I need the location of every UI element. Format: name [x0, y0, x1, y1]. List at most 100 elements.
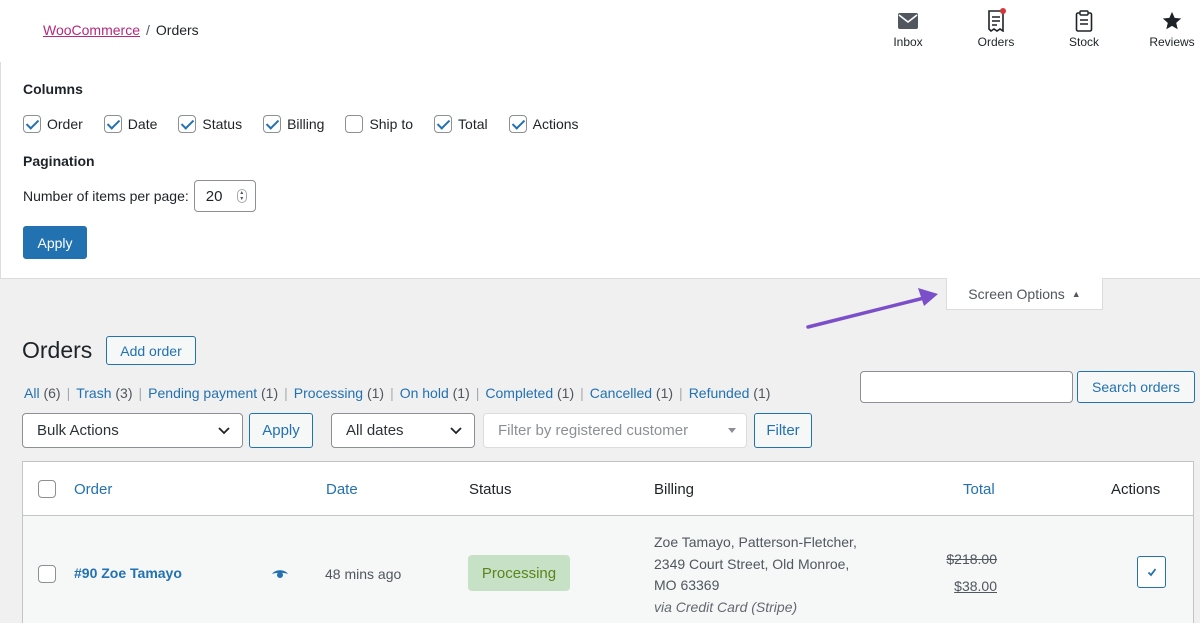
column-toggle-billing[interactable]: Billing	[263, 115, 324, 133]
search-orders-button[interactable]: Search orders	[1077, 371, 1195, 403]
checkbox[interactable]	[345, 115, 364, 133]
per-page-row: Number of items per page: 20 ▴ ▾	[23, 180, 256, 212]
activity-orders-button[interactable]: Orders	[961, 8, 1031, 49]
customer-filter-select[interactable]: Filter by registered customer	[483, 413, 747, 448]
bulk-actions-value: Bulk Actions	[37, 422, 119, 439]
select-all-checkbox[interactable]	[38, 480, 56, 498]
checkbox-label: Status	[202, 116, 243, 132]
view-link[interactable]: On hold	[400, 385, 449, 401]
column-toggle-status[interactable]: Status	[178, 115, 242, 133]
customer-filter-placeholder: Filter by registered customer	[498, 422, 689, 439]
star-icon	[1160, 10, 1184, 32]
checkbox-label: Actions	[532, 116, 579, 132]
order-total: $38.00	[954, 578, 997, 594]
view-link[interactable]: Completed	[485, 385, 553, 401]
column-header-date[interactable]: Date	[326, 481, 358, 498]
table-row[interactable]: #90 Zoe Tamayo 48 mins ago Processing Zo…	[23, 516, 1193, 623]
view-completed[interactable]: Completed (1)	[485, 385, 574, 401]
checkbox[interactable]	[434, 115, 453, 133]
page-title: Orders	[22, 337, 93, 363]
checkbox[interactable]	[178, 115, 197, 133]
dates-select[interactable]: All dates	[331, 413, 475, 448]
header-bar: WooCommerce / Orders Inbox Orders Stock Re…	[0, 0, 1200, 62]
breadcrumb-woocommerce-link[interactable]: WooCommerce	[43, 22, 140, 38]
activity-inbox-button[interactable]: Inbox	[873, 10, 943, 49]
checkbox-label: Ship to	[369, 116, 414, 132]
view-pending-payment[interactable]: Pending payment (1)	[148, 385, 278, 401]
order-link[interactable]: #90 Zoe Tamayo	[74, 565, 182, 581]
table-header: Order Date Status Billing Total Actions	[23, 462, 1193, 516]
checkbox-label: Date	[127, 116, 158, 132]
activity-reviews-button[interactable]: Reviews	[1137, 10, 1200, 49]
filter-button[interactable]: Filter	[754, 413, 812, 448]
view-divider: |	[475, 385, 480, 401]
screen-options-tab[interactable]: Screen Options ▲	[946, 278, 1103, 310]
checkbox[interactable]	[263, 115, 282, 133]
add-order-button[interactable]: Add order	[106, 336, 196, 365]
column-toggle-total[interactable]: Total	[434, 115, 488, 133]
column-toggle-order[interactable]: Order	[23, 115, 83, 133]
orders-icon	[984, 8, 1008, 32]
view-link[interactable]: All	[24, 385, 40, 401]
columns-checkbox-group: Order Date Status Billing Ship to Total …	[23, 115, 600, 133]
complete-order-button[interactable]	[1137, 556, 1166, 588]
column-header-order[interactable]: Order	[74, 481, 112, 498]
billing-address: Zoe Tamayo, Patterson-Fletcher, 2349 Cou…	[654, 532, 857, 618]
eye-preview-icon[interactable]	[271, 568, 289, 580]
pagination-heading: Pagination	[23, 153, 95, 169]
dates-value: All dates	[346, 422, 404, 439]
checkbox[interactable]	[103, 115, 122, 133]
checkmark-icon	[1147, 568, 1156, 577]
bulk-actions-select[interactable]: Bulk Actions	[22, 413, 243, 448]
view-cancelled[interactable]: Cancelled (1)	[590, 385, 673, 401]
view-link[interactable]: Refunded	[689, 385, 750, 401]
inbox-icon	[896, 10, 920, 32]
chevron-down-icon	[218, 427, 230, 435]
per-page-label: Number of items per page:	[23, 188, 189, 204]
row-checkbox[interactable]	[38, 565, 56, 583]
checkbox[interactable]	[23, 115, 41, 133]
bulk-apply-button[interactable]: Apply	[249, 413, 313, 448]
column-header-total[interactable]: Total	[963, 481, 995, 498]
view-refunded[interactable]: Refunded (1)	[689, 385, 771, 401]
columns-heading: Columns	[23, 81, 83, 97]
spinner-icon[interactable]: ▴ ▾	[236, 189, 247, 203]
checkbox-label: Total	[458, 116, 488, 132]
view-all[interactable]: All (6)	[24, 385, 61, 401]
view-trash[interactable]: Trash (3)	[76, 385, 132, 401]
view-count: (1)	[261, 385, 279, 401]
view-divider: |	[138, 385, 143, 401]
checkbox-label: Order	[47, 116, 83, 132]
breadcrumb: WooCommerce / Orders	[43, 22, 199, 38]
view-count: (1)	[557, 385, 575, 401]
screen-options-apply-button[interactable]: Apply	[23, 226, 87, 259]
checkbox[interactable]	[508, 115, 527, 133]
view-divider: |	[580, 385, 584, 401]
column-header-billing: Billing	[654, 481, 695, 498]
view-processing[interactable]: Processing (1)	[294, 385, 384, 401]
column-toggle-ship-to[interactable]: Ship to	[345, 115, 413, 133]
view-link[interactable]: Pending payment	[148, 385, 257, 401]
chevron-down-icon	[450, 427, 462, 435]
column-header-status: Status	[469, 481, 512, 498]
view-count: (3)	[115, 385, 133, 401]
view-count: (6)	[43, 385, 61, 401]
view-divider: |	[284, 385, 288, 401]
view-on-hold[interactable]: On hold (1)	[400, 385, 470, 401]
column-toggle-actions[interactable]: Actions	[508, 115, 579, 133]
screen-options-panel: Columns Order Date Status Billing Ship t…	[0, 62, 1200, 279]
view-divider: |	[679, 385, 683, 401]
billing-line: MO 63369	[654, 577, 720, 593]
annotation-arrow-icon	[806, 288, 938, 329]
payment-method: via Credit Card (Stripe)	[654, 598, 798, 615]
search-orders-input[interactable]	[860, 371, 1073, 403]
view-divider: |	[66, 385, 71, 401]
view-link[interactable]: Trash	[76, 385, 111, 401]
per-page-input[interactable]: 20 ▴ ▾	[193, 180, 256, 212]
column-toggle-date[interactable]: Date	[103, 115, 158, 133]
orders-label: Orders	[977, 35, 1015, 49]
view-link[interactable]: Processing	[294, 385, 363, 401]
activity-stock-button[interactable]: Stock	[1049, 10, 1119, 49]
view-count: (1)	[366, 385, 385, 401]
view-link[interactable]: Cancelled	[590, 385, 652, 401]
